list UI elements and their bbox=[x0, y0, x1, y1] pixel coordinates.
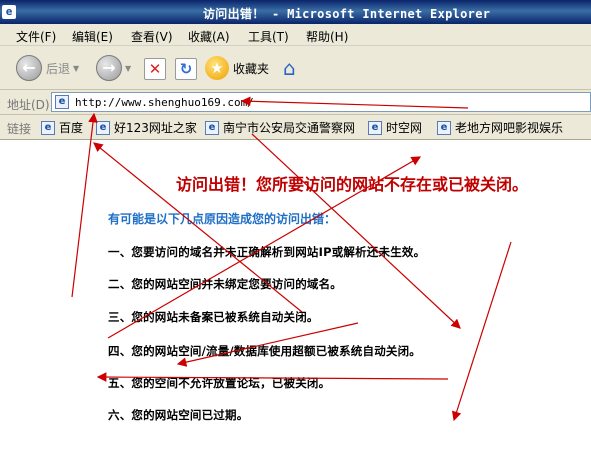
stop-icon: ✕ bbox=[144, 58, 166, 80]
link-page-icon: e bbox=[368, 120, 382, 135]
address-input[interactable]: e http://www.shenghuo169.com/ bbox=[51, 92, 591, 112]
back-label: 后退 bbox=[46, 61, 71, 76]
address-label: 地址(D) bbox=[7, 98, 50, 112]
link-label: 好123网址之家 bbox=[114, 121, 197, 135]
link-page-icon: e bbox=[41, 120, 55, 135]
title-bar: e 访问出错！ - Microsoft Internet Explorer bbox=[0, 0, 591, 24]
stop-button[interactable]: ✕ bbox=[144, 58, 166, 80]
link-baidu[interactable]: e 百度 bbox=[41, 119, 83, 136]
back-arrow-icon: ← bbox=[16, 55, 42, 81]
link-label: 老地方网吧影视娱乐 bbox=[455, 121, 564, 135]
page-icon: e bbox=[55, 95, 69, 109]
address-url: http://www.shenghuo169.com/ bbox=[75, 95, 254, 109]
favorites-label: 收藏夹 bbox=[233, 61, 270, 76]
menu-help[interactable]: 帮助(H) bbox=[306, 28, 348, 45]
reason-item: 二、您的网站空间并未绑定您要访问的域名。 bbox=[108, 277, 342, 291]
link-label: 南宁市公安局交通警察网 bbox=[223, 121, 356, 135]
reason-item: 五、您的空间不允许放置论坛，已被关闭。 bbox=[108, 376, 331, 390]
forward-dropdown-icon: ▼ bbox=[125, 63, 132, 73]
link-page-icon: e bbox=[437, 120, 451, 135]
menu-edit[interactable]: 编辑(E) bbox=[72, 28, 113, 45]
links-bar: 链接 e 百度 e 好123网址之家 e 南宁市公安局交通警察网 e 时空网 e… bbox=[0, 115, 591, 140]
menu-bar: 文件(F) 编辑(E) 查看(V) 收藏(A) 工具(T) 帮助(H) bbox=[0, 24, 591, 46]
link-label: 百度 bbox=[59, 121, 84, 135]
link-page-icon: e bbox=[205, 120, 219, 135]
reason-item: 一、您要访问的域名并未正确解析到网站IP或解析还未生效。 bbox=[108, 245, 426, 259]
reason-item: 六、您的网站空间已过期。 bbox=[108, 408, 249, 422]
error-heading: 访问出错！您所要访问的网站不存在或已被关闭。 bbox=[176, 175, 529, 194]
menu-file[interactable]: 文件(F) bbox=[16, 28, 56, 45]
forward-button[interactable]: → ▼ bbox=[96, 55, 131, 81]
menu-view[interactable]: 查看(V) bbox=[131, 28, 173, 45]
reason-item: 三、您的网站未备案已被系统自动关闭。 bbox=[108, 310, 319, 324]
reason-item: 四、您的网站空间/流量/数据库使用超额已被系统自动关闭。 bbox=[108, 344, 421, 358]
link-hao123[interactable]: e 好123网址之家 bbox=[96, 119, 197, 136]
window-title: 访问出错！ - Microsoft Internet Explorer bbox=[203, 7, 491, 21]
link-page-icon: e bbox=[96, 120, 110, 135]
favorites-button[interactable]: ★ 收藏夹 bbox=[205, 56, 269, 80]
refresh-button[interactable]: ↻ bbox=[175, 58, 197, 80]
link-shikong[interactable]: e 时空网 bbox=[368, 119, 422, 136]
menu-tools[interactable]: 工具(T) bbox=[248, 28, 289, 45]
home-button[interactable]: ⌂ bbox=[283, 56, 296, 80]
standard-toolbar: ← 后退 ▼ → ▼ ✕ ↻ ★ 收藏夹 ⌂ bbox=[0, 46, 591, 90]
forward-arrow-icon: → bbox=[96, 55, 122, 81]
refresh-icon: ↻ bbox=[175, 58, 197, 80]
reasons-heading: 有可能是以下几点原因造成您的访问出错： bbox=[108, 212, 337, 226]
home-icon: ⌂ bbox=[283, 56, 296, 80]
links-label: 链接 bbox=[7, 122, 32, 136]
page-content: 访问出错！您所要访问的网站不存在或已被关闭。 有可能是以下几点原因造成您的访问出… bbox=[0, 141, 591, 454]
star-icon: ★ bbox=[205, 56, 229, 80]
back-button[interactable]: ← 后退 ▼ bbox=[16, 55, 79, 81]
link-nanning-traffic-police[interactable]: e 南宁市公安局交通警察网 bbox=[205, 119, 355, 136]
ie-app-icon: e bbox=[2, 5, 16, 19]
address-bar: 地址(D) e http://www.shenghuo169.com/ bbox=[0, 90, 591, 115]
back-dropdown-icon: ▼ bbox=[73, 63, 80, 73]
link-laodifang[interactable]: e 老地方网吧影视娱乐 bbox=[437, 119, 563, 136]
link-label: 时空网 bbox=[386, 121, 423, 135]
menu-favorites[interactable]: 收藏(A) bbox=[188, 28, 230, 45]
